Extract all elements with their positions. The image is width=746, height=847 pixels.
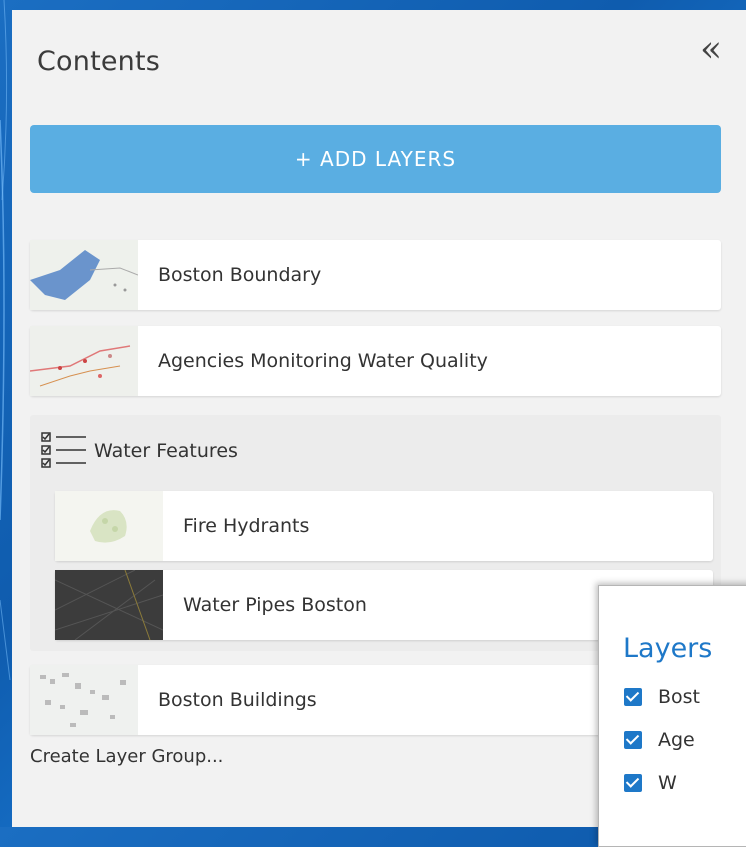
pipes-map-thumbnail <box>55 570 163 640</box>
checkbox-checked-icon[interactable] <box>624 688 642 706</box>
layer-card-agencies-monitoring[interactable]: Agencies Monitoring Water Quality <box>30 326 721 396</box>
create-layer-group-link[interactable]: Create Layer Group... <box>30 746 223 767</box>
buildings-map-thumbnail <box>30 665 138 735</box>
collapse-panel-icon[interactable]: « <box>700 32 722 68</box>
popup-layer-row[interactable]: W <box>624 772 677 794</box>
hydrants-map-thumbnail <box>55 491 163 561</box>
layer-label: Agencies Monitoring Water Quality <box>158 350 488 372</box>
layer-list-icon <box>41 432 86 468</box>
popup-layer-label: Age <box>658 729 695 751</box>
layer-label: Fire Hydrants <box>183 515 310 537</box>
popup-layer-label: Bost <box>658 686 701 708</box>
agencies-map-thumbnail <box>30 326 138 396</box>
checkbox-checked-icon[interactable] <box>624 731 642 749</box>
popup-title: Layers <box>623 633 713 664</box>
checkbox-checked-icon[interactable] <box>624 774 642 792</box>
layers-popup: Layers Bost Age W <box>598 585 746 847</box>
layer-card-fire-hydrants[interactable]: Fire Hydrants <box>55 491 713 561</box>
group-label: Water Features <box>94 440 238 462</box>
popup-layer-label: W <box>658 772 677 794</box>
add-layers-button[interactable]: + ADD LAYERS <box>30 125 721 193</box>
popup-layer-row[interactable]: Age <box>624 729 695 751</box>
boundary-map-thumbnail <box>30 240 138 310</box>
popup-layer-row[interactable]: Bost <box>624 686 700 708</box>
group-header[interactable]: Water Features <box>40 427 238 475</box>
layer-label: Boston Buildings <box>158 689 317 711</box>
layer-label: Boston Boundary <box>158 264 322 286</box>
panel-title: Contents <box>37 46 161 77</box>
layer-card-boston-boundary[interactable]: Boston Boundary <box>30 240 721 310</box>
layer-label: Water Pipes Boston <box>183 594 367 616</box>
